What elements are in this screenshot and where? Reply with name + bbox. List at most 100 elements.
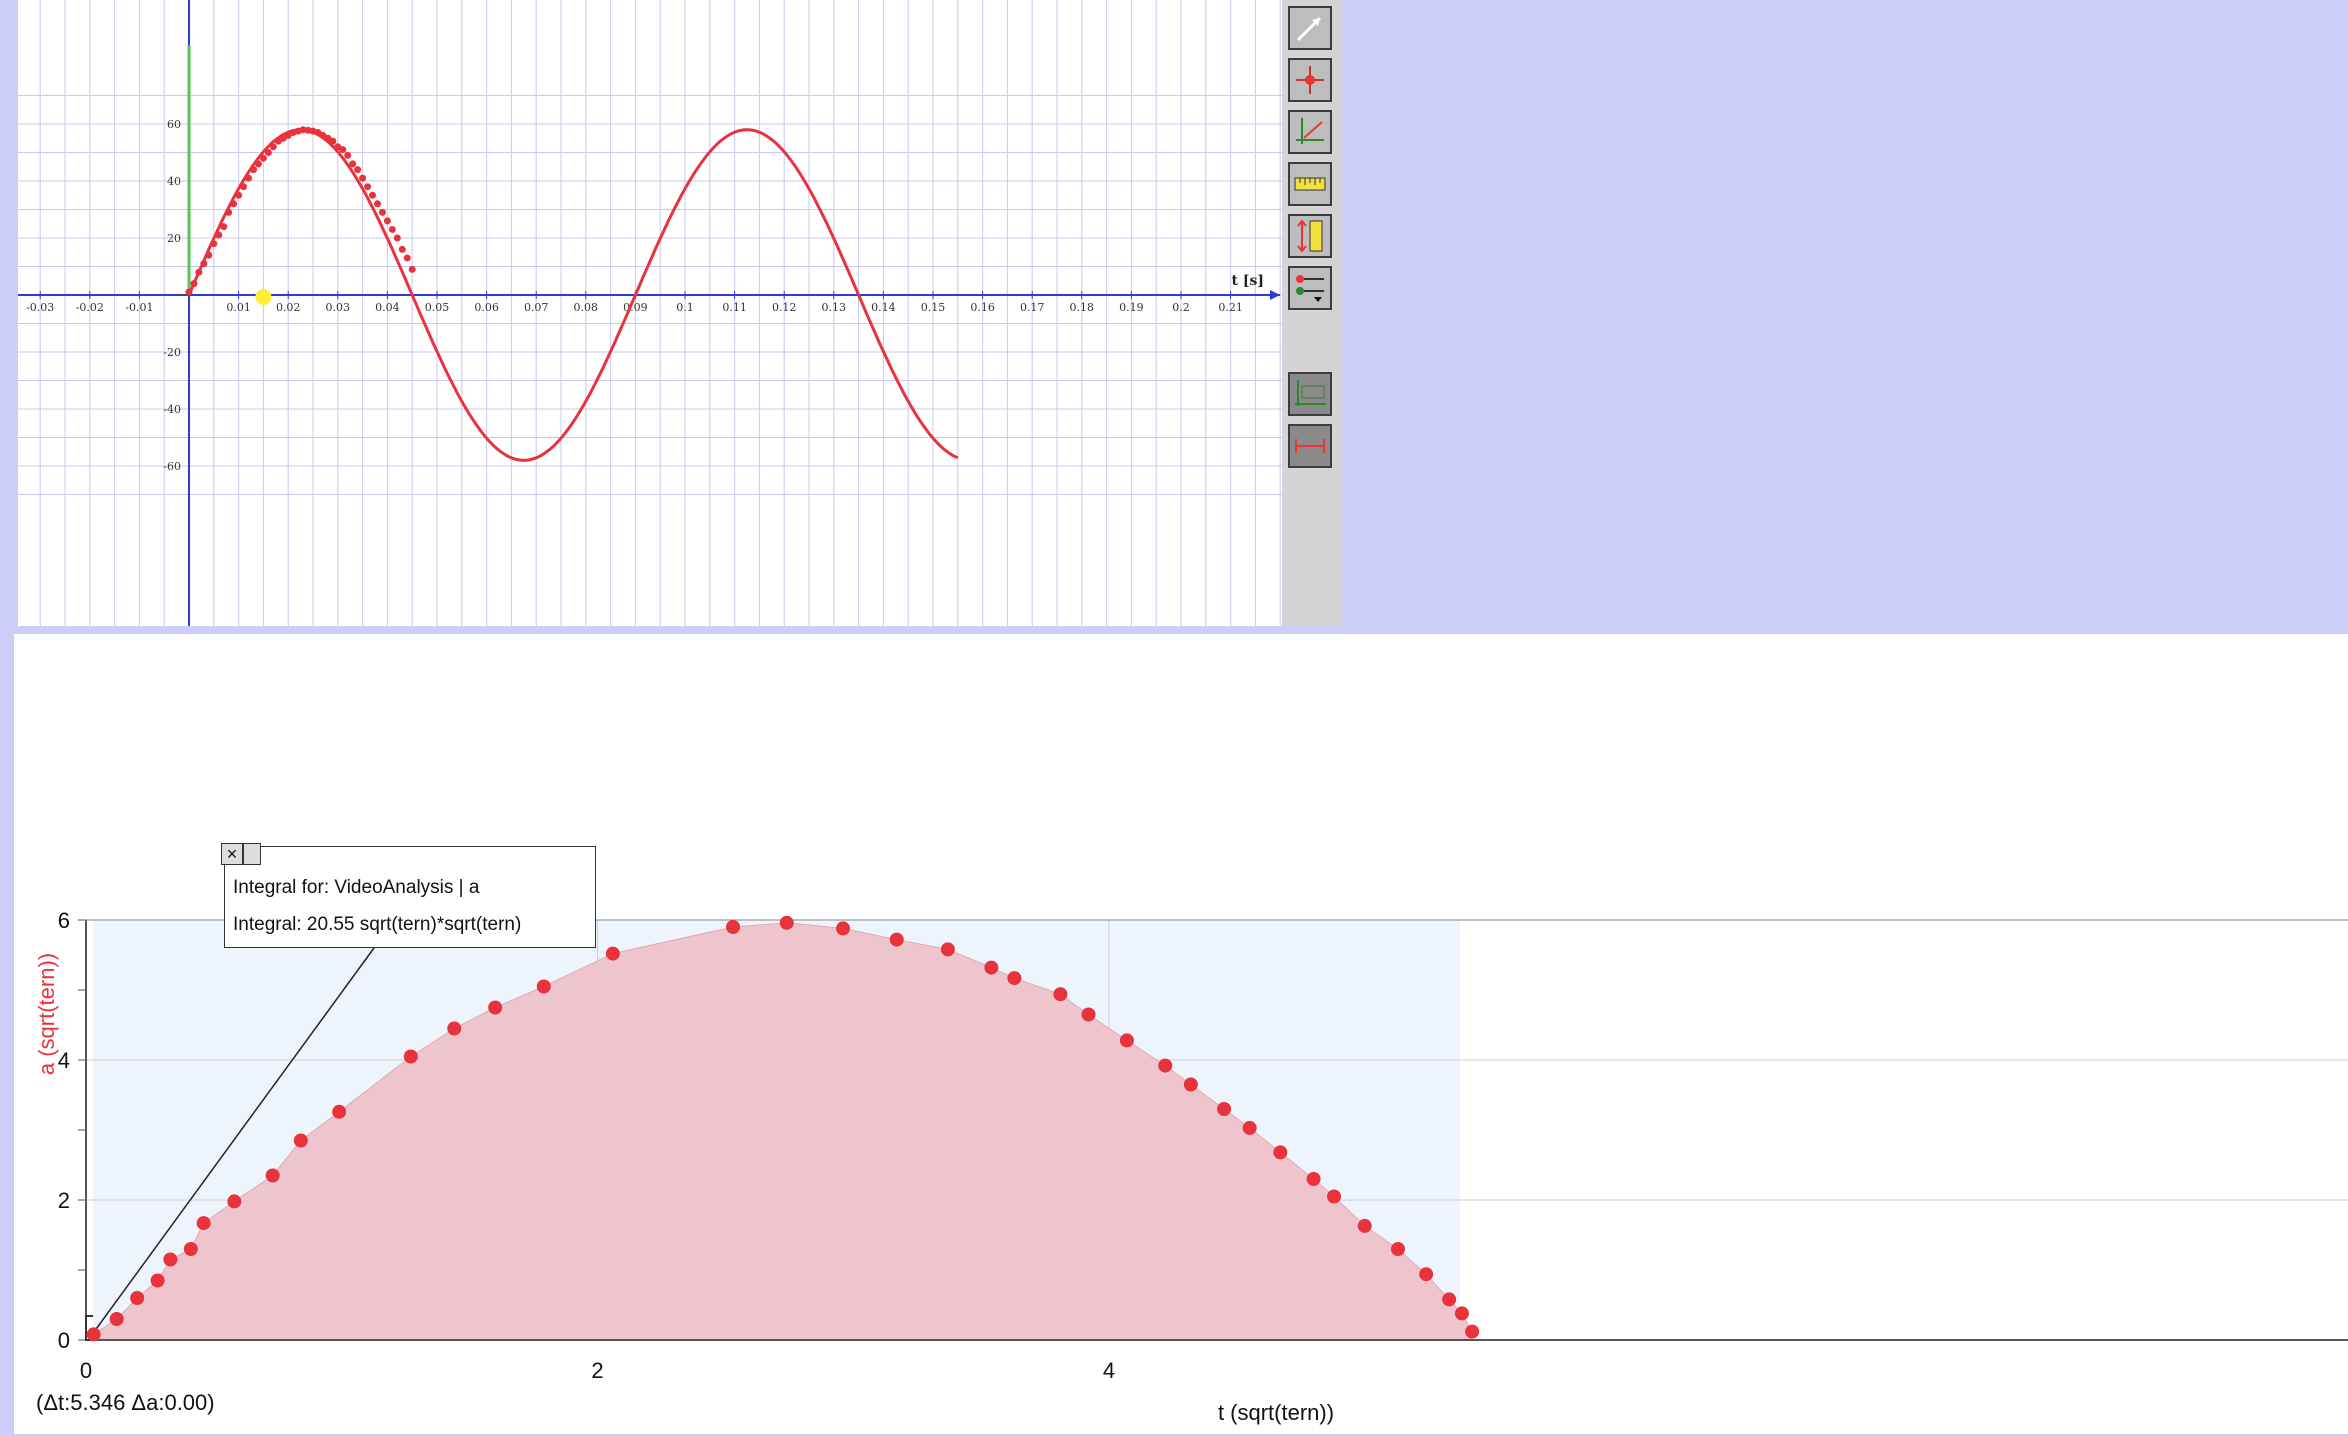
x-tick-label: -0.03 <box>26 301 54 314</box>
data-point <box>264 149 272 156</box>
data-point <box>1217 1102 1232 1116</box>
delta-readout: (Δt:5.346 Δa:0.00) <box>36 1390 215 1415</box>
y-tick-label: 40 <box>167 175 181 188</box>
data-point <box>488 1000 503 1015</box>
x-axis-arrow <box>1270 290 1280 300</box>
x-tick-label: 0.2 <box>1172 301 1190 314</box>
data-point <box>349 160 357 168</box>
data-point <box>1183 1077 1198 1092</box>
ruler-icon[interactable] <box>1288 162 1332 206</box>
y-tick-label: -20 <box>163 346 181 359</box>
y-tick-label: 2 <box>58 1188 70 1213</box>
data-point <box>354 166 362 174</box>
x-tick-label: 0.02 <box>276 301 301 314</box>
data-point <box>1442 1292 1457 1307</box>
integral-info-box[interactable]: × Integral for: VideoAnalysis | a Integr… <box>221 843 596 948</box>
data-point <box>1419 1267 1434 1282</box>
data-point <box>373 200 381 208</box>
y-axis-label: a (sqrt(tern)) <box>34 953 59 1075</box>
data-point <box>1053 987 1068 1002</box>
data-point <box>536 979 551 994</box>
x-tick-label: 4 <box>1103 1358 1115 1383</box>
x-tick-label: 0.12 <box>772 301 797 314</box>
data-point <box>163 1252 178 1267</box>
data-point <box>1357 1218 1372 1233</box>
x-tick-label: 0.13 <box>822 301 847 314</box>
x-tick-label: 0.06 <box>474 301 499 314</box>
x-tick-label: 0.21 <box>1218 301 1243 314</box>
data-point <box>398 245 406 253</box>
data-point <box>332 1104 347 1119</box>
coordinate-system-icon[interactable] <box>1288 110 1332 154</box>
close-icon[interactable]: × <box>221 843 243 865</box>
data-point <box>240 183 248 191</box>
data-point <box>150 1273 165 1288</box>
data-point <box>1454 1306 1469 1321</box>
data-point <box>235 191 243 199</box>
position-graph: -0.03 -0.02 -0.01 0.01 0.02 0.03 0.04 0.05 0.06 0… <box>18 0 1282 626</box>
data-point <box>200 260 208 268</box>
x-tick-label: 0.04 <box>375 301 400 314</box>
y-tick-label: 60 <box>167 118 181 131</box>
data-point <box>227 1194 242 1209</box>
series-selector-icon[interactable] <box>1288 266 1332 310</box>
data-point <box>1119 1033 1134 1048</box>
x-tick-label: 0.14 <box>871 301 896 314</box>
y-tick-label: -60 <box>163 460 181 473</box>
data-point <box>86 1327 101 1342</box>
x-tick-label: -0.01 <box>125 301 153 314</box>
data-point <box>265 1168 280 1183</box>
data-point <box>230 200 238 208</box>
integral-source-label: Integral for: VideoAnalysis | a <box>233 877 480 898</box>
minimize-icon[interactable] <box>243 843 261 865</box>
x-tick-label: 0.07 <box>524 301 549 314</box>
data-point <box>254 160 262 168</box>
data-point <box>195 268 203 276</box>
y-tick-label: 6 <box>58 908 70 933</box>
data-point <box>259 154 267 162</box>
data-point <box>249 166 257 174</box>
integral-graph-panel[interactable]: 0 2 4 6 0 2 4 t (sqrt(tern)) a (sqrt(tern)) × In… <box>14 634 2348 1434</box>
data-point <box>344 151 352 159</box>
data-point <box>779 915 794 930</box>
data-point <box>369 191 377 199</box>
x-axis-label: t [s] <box>1232 273 1264 289</box>
arrow-pointer-icon[interactable] <box>1288 6 1332 50</box>
data-point <box>1390 1242 1405 1256</box>
data-point <box>940 942 955 957</box>
data-point <box>408 265 416 273</box>
data-point <box>1465 1324 1480 1339</box>
origin-reset-icon[interactable] <box>1288 372 1332 416</box>
data-point <box>245 174 253 182</box>
scale-reset-icon[interactable] <box>1288 424 1332 468</box>
x-tick-label: 0.01 <box>226 301 251 314</box>
data-point <box>403 254 411 262</box>
data-point <box>1007 971 1022 986</box>
y-tick-label: 20 <box>167 232 181 245</box>
data-point <box>183 1242 198 1256</box>
add-point-icon[interactable] <box>1288 58 1332 102</box>
position-graph-panel[interactable]: -0.03 -0.02 -0.01 0.01 0.02 0.03 0.04 0.05 0.06 0… <box>18 0 1282 626</box>
x-tick-label: 2 <box>591 1358 603 1383</box>
data-point <box>1327 1189 1342 1204</box>
data-point <box>339 146 347 154</box>
acceleration-graph: 0 2 4 6 0 2 4 t (sqrt(tern)) a (sqrt(tern)) <box>34 908 2348 1425</box>
x-tick-label: 0.11 <box>722 301 747 314</box>
data-point <box>1306 1172 1321 1186</box>
data-point <box>726 920 741 934</box>
vertical-ruler-icon[interactable] <box>1288 214 1332 258</box>
data-point <box>293 1133 308 1148</box>
data-point <box>196 1216 211 1231</box>
data-point <box>205 251 213 259</box>
x-axis-label: t (sqrt(tern)) <box>1218 1400 1334 1425</box>
x-tick-label: 0.03 <box>326 301 351 314</box>
data-point <box>269 143 277 151</box>
data-point <box>1158 1058 1173 1073</box>
data-point <box>190 280 198 288</box>
data-point <box>1081 1007 1096 1022</box>
x-tick-label: 0.08 <box>574 301 599 314</box>
y-tick-label: 0 <box>58 1328 70 1353</box>
data-point <box>185 288 193 296</box>
data-point <box>364 183 372 191</box>
data-point <box>447 1021 462 1036</box>
